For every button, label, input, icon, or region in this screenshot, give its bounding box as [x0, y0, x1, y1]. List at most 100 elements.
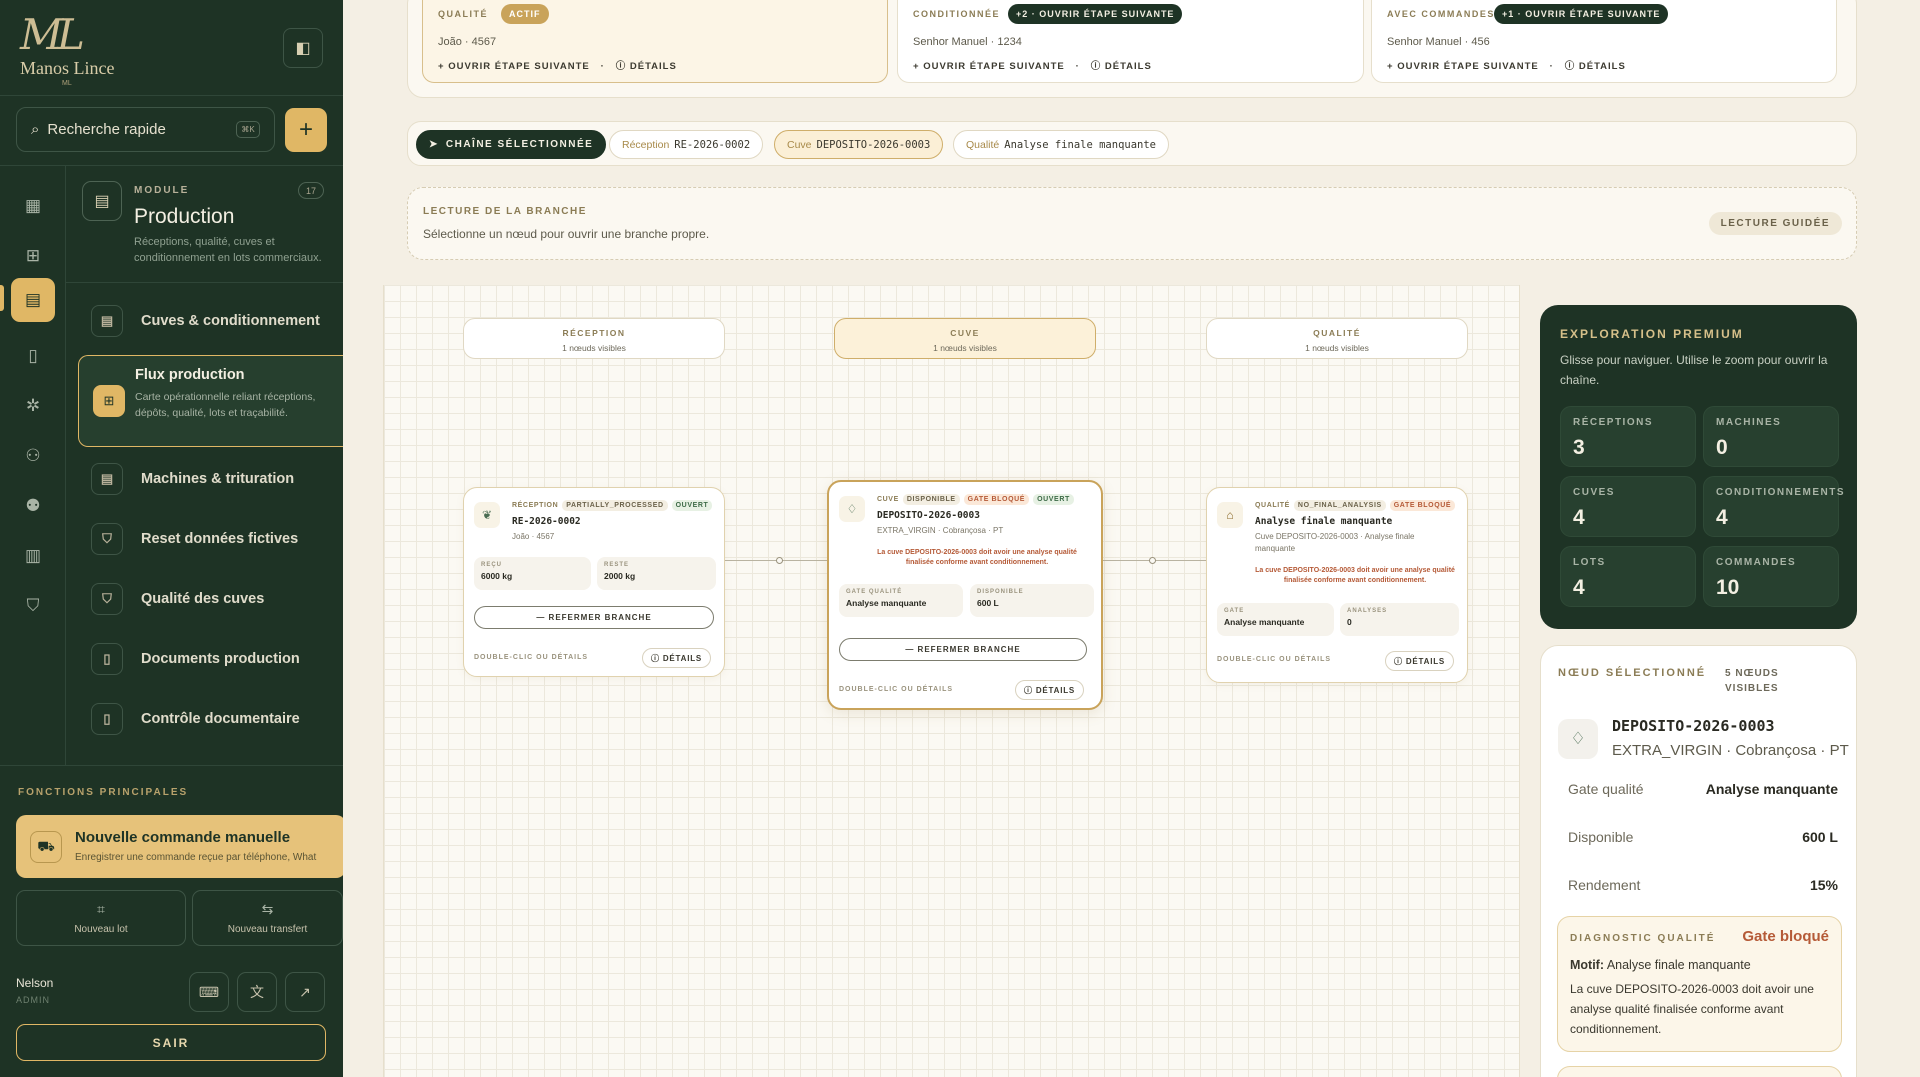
brand-logo[interactable]: ML Manos Lince ML [14, 10, 124, 87]
node-tags: CUVE DISPONIBLE GATE BLOQUÉ OUVERT [877, 494, 1074, 505]
pipeline-card-avec-commandes[interactable]: AVEC COMMANDES +1 · OUVRIR ÉTAPE SUIVANT… [1371, 0, 1837, 83]
quick-search[interactable]: ⌕ Recherche rapide ⌘K [16, 107, 275, 152]
rail-calculator-icon[interactable]: ▥ [14, 537, 52, 575]
pipeline-actions: + OUVRIR ÉTAPE SUIVANTE · ⓘ DÉTAILS [913, 61, 1152, 72]
node-details-button[interactable]: ⓘ DÉTAILS [1015, 680, 1085, 700]
pipeline-kicker: QUALITÉ [438, 9, 488, 19]
rail-shield-icon[interactable]: ⛉ [14, 587, 52, 625]
node-cuve[interactable]: ♢ CUVE DISPONIBLE GATE BLOQUÉ OUVERT DEP… [827, 480, 1103, 710]
open-next-step-button[interactable]: + OUVRIR ÉTAPE SUIVANTE [913, 61, 1065, 72]
cursor-icon: ➤ [429, 139, 439, 150]
branch-kicker: LECTURE DE LA BRANCHE [423, 206, 587, 217]
column-title: RÉCEPTION [562, 328, 626, 338]
rail-production-icon[interactable]: ▤ [11, 278, 55, 322]
gate-badge: GATE BLOQUÉ [1389, 500, 1456, 511]
details-button[interactable]: ⓘ DÉTAILS [616, 61, 677, 72]
rail-grid-icon[interactable]: ⊞ [14, 237, 52, 275]
node-details-button[interactable]: ⓘ DÉTAILS [1385, 651, 1455, 671]
node-stat: ANALYSES 0 [1340, 603, 1459, 636]
selected-node-subtitle: EXTRA_VIRGIN · Cobrançosa · PT [1612, 742, 1849, 759]
details-button[interactable]: ⓘ DÉTAILS [1091, 61, 1152, 72]
rail-network-icon[interactable]: ✲ [14, 387, 52, 425]
nav-item-controle[interactable]: ▯ Contrôle documentaire [80, 694, 343, 744]
new-lot-button[interactable]: ⌗ Nouveau lot [16, 890, 186, 946]
keyboard-button[interactable]: ⌨ [189, 972, 229, 1012]
edge-handle[interactable] [1149, 557, 1156, 564]
stat-tile-machines[interactable]: MACHINES 0 [1703, 406, 1839, 467]
logout-button[interactable]: SAIR [16, 1024, 326, 1061]
exploration-premium-panel: EXPLORATION PREMIUM Glisse pour naviguer… [1540, 305, 1857, 629]
tile-label: RÉCEPTIONS [1573, 417, 1654, 428]
new-order-title: Nouvelle commande manuelle [75, 829, 291, 846]
nav-item-qualite-cuves[interactable]: ⛉ Qualité des cuves [80, 574, 343, 624]
guided-reading-button[interactable]: LECTURE GUIDÉE [1708, 212, 1842, 235]
node-stat: RESTE 2000 kg [597, 557, 716, 590]
stat-label: GATE QUALITÉ [846, 589, 903, 595]
language-button[interactable]: 文 [237, 972, 277, 1012]
module-kicker: MODULE [134, 185, 190, 196]
branch-description: Sélectionne un nœud pour ouvrir une bran… [423, 227, 710, 241]
row-value: Analyse manquante [1705, 781, 1838, 797]
nav-item-flux-production[interactable]: ⊞ Flux production Carte opérationnelle r… [78, 355, 343, 447]
tank-icon: ▤ [91, 305, 123, 337]
nav-item-reset[interactable]: ⛉ Reset données fictives [80, 514, 343, 564]
droplet-icon: ♢ [1558, 719, 1598, 759]
stat-value: Analyse manquante [846, 598, 927, 608]
stat-tile-cuves[interactable]: CUVES 4 [1560, 476, 1696, 537]
pipeline-card-conditionnee[interactable]: CONDITIONNÉE +2 · OUVRIR ÉTAPE SUIVANTE … [897, 0, 1364, 83]
external-link-icon: ↗ [299, 983, 311, 1000]
details-button[interactable]: ⓘ DÉTAILS [1565, 61, 1626, 72]
rail-team-icon[interactable]: ⚉ [14, 487, 52, 525]
droplet-icon: ♢ [839, 496, 865, 522]
tile-value: 0 [1716, 436, 1728, 459]
stat-value: Analyse manquante [1224, 617, 1305, 627]
stat-tile-receptions[interactable]: RÉCEPTIONS 3 [1560, 406, 1696, 467]
external-link-button[interactable]: ↗ [285, 972, 325, 1012]
nav-item-documents[interactable]: ▯ Documents production [80, 634, 343, 684]
main-content: QUALITÉ ACTIF João · 4567 + OUVRIR ÉTAPE… [343, 0, 1920, 1077]
chain-chip-qualite[interactable]: Qualité Analyse finale manquante [953, 130, 1169, 159]
close-branch-button[interactable]: — REFERMER BRANCHE [474, 606, 714, 629]
pipeline-card-qualite[interactable]: QUALITÉ ACTIF João · 4567 + OUVRIR ÉTAPE… [422, 0, 888, 83]
chain-selected-chip[interactable]: ➤ CHAÎNE SÉLECTIONNÉE [416, 130, 607, 159]
node-title: DEPOSITO-2026-0003 [877, 510, 980, 521]
divider [0, 765, 343, 766]
node-status: DISPONIBLE [902, 494, 960, 505]
divider [66, 282, 343, 283]
node-footer-hint: DOUBLE-CLIC OU DÉTAILS [839, 686, 954, 693]
rail-dashboard-icon[interactable]: ▦ [14, 187, 52, 225]
node-details-button[interactable]: ⓘ DÉTAILS [642, 648, 712, 668]
node-qualite[interactable]: ⌂ QUALITÉ NO_FINAL_ANALYSIS GATE BLOQUÉ … [1206, 487, 1468, 683]
add-button[interactable]: + [285, 108, 327, 152]
column-count: 1 nœuds visibles [562, 343, 626, 353]
node-stat: GATE Analyse manquante [1217, 603, 1334, 636]
nav-item-machines[interactable]: ▤ Machines & trituration [80, 454, 343, 504]
nav-item-cuves-conditionnement[interactable]: ▤ Cuves & conditionnement [80, 296, 343, 346]
nav-item-label: Qualité des cuves [141, 591, 265, 607]
tile-value: 4 [1716, 506, 1728, 529]
stat-tile-commandes[interactable]: COMMANDES 10 [1703, 546, 1839, 607]
open-next-step-button[interactable]: + OUVRIR ÉTAPE SUIVANTE [1387, 61, 1539, 72]
node-reception[interactable]: ❦ RÉCEPTION PARTIALLY_PROCESSED OUVERT R… [463, 487, 725, 677]
rail-document-icon[interactable]: ▯ [14, 337, 52, 375]
row-value: 15% [1809, 877, 1838, 893]
new-order-button[interactable]: ⛟ Nouvelle commande manuelle Enregistrer… [16, 815, 343, 878]
stat-tile-lots[interactable]: LOTS 4 [1560, 546, 1696, 607]
chain-chip-cuve[interactable]: Cuve DEPOSITO-2026-0003 [774, 130, 944, 159]
details-label: DÉTAILS [662, 653, 703, 663]
tile-label: CUVES [1573, 487, 1615, 498]
collapse-sidebar-button[interactable]: ◧ [283, 28, 323, 68]
open-next-step-button[interactable]: + OUVRIR ÉTAPE SUIVANTE [438, 61, 590, 72]
chain-selected-label: CHAÎNE SÉLECTIONNÉE [445, 139, 594, 150]
edge-handle[interactable] [776, 557, 783, 564]
chain-chip-reception[interactable]: Réception RE-2026-0002 [609, 130, 764, 159]
close-branch-button[interactable]: — REFERMER BRANCHE [839, 638, 1087, 661]
column-header-cuve: CUVE 1 nœuds visibles [834, 318, 1096, 359]
tile-label: COMMANDES [1716, 557, 1797, 568]
scan-icon: ⌗ [97, 901, 105, 917]
flow-canvas[interactable]: RÉCEPTION 1 nœuds visibles CUVE 1 nœuds … [383, 285, 1520, 1077]
stat-tile-conditionnements[interactable]: CONDITIONNEMENTS 4 [1703, 476, 1844, 537]
new-transfer-button[interactable]: ⇆ Nouveau transfert [192, 890, 343, 946]
row-label: Rendement [1568, 877, 1641, 893]
rail-users-icon[interactable]: ⚇ [14, 437, 52, 475]
